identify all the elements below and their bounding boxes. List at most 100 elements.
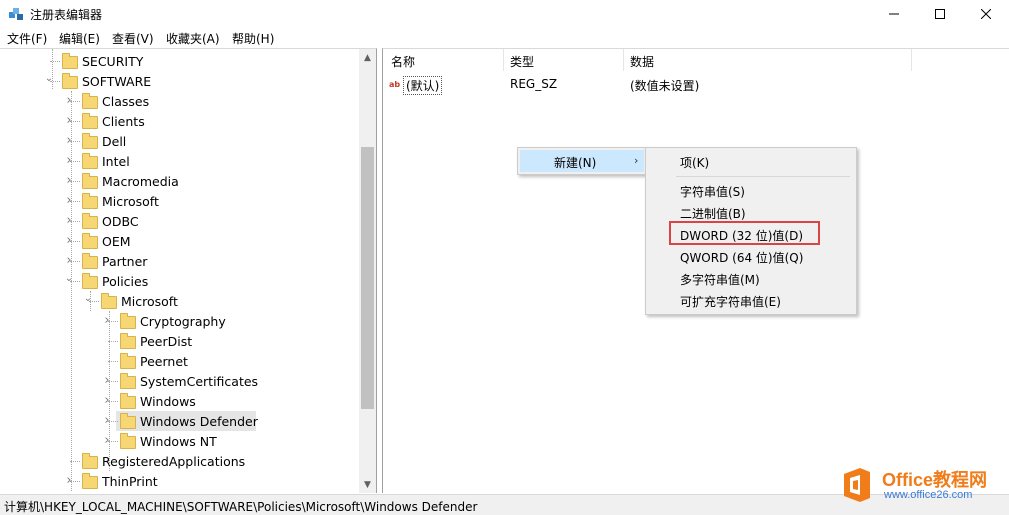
folder-icon bbox=[120, 353, 136, 369]
tree-item[interactable]: Policies bbox=[0, 271, 356, 291]
tree-item[interactable]: Peernet bbox=[0, 351, 356, 371]
tree-item-label: Microsoft bbox=[121, 294, 178, 309]
context-menu: 新建(N) › bbox=[517, 147, 647, 175]
menu-edit[interactable]: 编辑(E) bbox=[59, 30, 100, 47]
submenu-item-expandstring[interactable]: 可扩充字符串值(E) bbox=[680, 293, 781, 310]
tree-item-label: Clients bbox=[102, 114, 145, 129]
scroll-thumb[interactable] bbox=[361, 147, 374, 409]
tree-scrollbar[interactable]: ▲ ▼ bbox=[359, 49, 376, 493]
maximize-button[interactable] bbox=[917, 0, 963, 28]
context-menu-new-label: 新建(N) bbox=[554, 156, 597, 170]
minimize-button[interactable] bbox=[871, 0, 917, 28]
submenu-divider bbox=[676, 176, 850, 177]
value-data: (数值未设置) bbox=[630, 79, 700, 93]
folder-icon bbox=[62, 73, 78, 89]
tree-item[interactable]: Cryptography bbox=[0, 311, 356, 331]
folder-icon bbox=[120, 413, 136, 429]
tree-item[interactable]: Windows NT bbox=[0, 431, 356, 451]
tree-item[interactable]: RegisteredApplications bbox=[0, 451, 356, 471]
submenu-item-multistring[interactable]: 多字符串值(M) bbox=[680, 271, 760, 288]
tree-item[interactable]: SECURITY bbox=[0, 51, 356, 71]
value-type: REG_SZ bbox=[510, 77, 558, 91]
column-type[interactable]: 类型 bbox=[510, 53, 534, 70]
close-icon bbox=[981, 9, 991, 19]
tree-item-label: Cryptography bbox=[140, 314, 226, 329]
tree-item[interactable]: Intel bbox=[0, 151, 356, 171]
tree-connector bbox=[109, 311, 110, 471]
folder-icon bbox=[120, 333, 136, 349]
folder-icon bbox=[120, 433, 136, 449]
tree-item[interactable]: ODBC bbox=[0, 211, 356, 231]
regedit-icon bbox=[9, 8, 23, 20]
submenu-item-key[interactable]: 项(K) bbox=[680, 154, 709, 171]
tree-connector bbox=[71, 91, 72, 491]
tree-item[interactable]: PeerDist bbox=[0, 331, 356, 351]
submenu-item-dword[interactable]: DWORD (32 位)值(D) bbox=[680, 227, 803, 244]
tree-connector bbox=[90, 291, 91, 311]
tree-item-label: ODBC bbox=[102, 214, 139, 229]
tree-item[interactable]: Macromedia bbox=[0, 171, 356, 191]
new-submenu: 项(K) 字符串值(S) 二进制值(B) DWORD (32 位)值(D) QW… bbox=[645, 147, 857, 315]
menu-favorites[interactable]: 收藏夹(A) bbox=[166, 30, 220, 47]
context-menu-new[interactable]: 新建(N) › bbox=[520, 150, 644, 172]
column-name[interactable]: 名称 bbox=[391, 53, 415, 70]
tree-item[interactable]: SOFTWARE bbox=[0, 71, 356, 91]
scroll-down-icon[interactable]: ▼ bbox=[359, 476, 376, 493]
folder-icon bbox=[120, 313, 136, 329]
tree-item[interactable]: Partner bbox=[0, 251, 356, 271]
tree-item-label: Macromedia bbox=[102, 174, 179, 189]
tree-item[interactable]: Microsoft bbox=[0, 191, 356, 211]
tree-item[interactable]: Dell bbox=[0, 131, 356, 151]
tree-item-label: SystemCertificates bbox=[140, 374, 259, 389]
folder-icon bbox=[82, 233, 98, 249]
folder-icon bbox=[82, 473, 98, 489]
folder-icon bbox=[120, 373, 136, 389]
tree-item[interactable]: Microsoft bbox=[0, 291, 356, 311]
folder-icon bbox=[82, 453, 98, 469]
menu-view[interactable]: 查看(V) bbox=[112, 30, 154, 47]
tree-item[interactable]: SystemCertificates bbox=[0, 371, 356, 391]
column-divider[interactable] bbox=[623, 49, 624, 71]
tree-item-label: OEM bbox=[102, 234, 131, 249]
folder-icon bbox=[120, 393, 136, 409]
office-logo-icon bbox=[844, 468, 870, 502]
string-value-icon: ab bbox=[389, 80, 401, 89]
tree-item-label: Partner bbox=[102, 254, 148, 269]
close-button[interactable] bbox=[963, 0, 1009, 28]
tree-item-label: Peernet bbox=[140, 354, 188, 369]
tree-item-label: SOFTWARE bbox=[82, 74, 152, 89]
tree-item[interactable]: OEM bbox=[0, 231, 356, 251]
submenu-item-qword[interactable]: QWORD (64 位)值(Q) bbox=[680, 249, 803, 266]
tree-item[interactable]: Windows bbox=[0, 391, 356, 411]
folder-icon bbox=[82, 113, 98, 129]
tree-item-label: SECURITY bbox=[82, 54, 144, 69]
tree-item-label: ThinPrint bbox=[102, 474, 158, 489]
folder-icon bbox=[82, 173, 98, 189]
menu-file[interactable]: 文件(F) bbox=[7, 30, 47, 47]
column-data[interactable]: 数据 bbox=[630, 53, 654, 70]
maximize-icon bbox=[935, 9, 945, 19]
column-divider[interactable] bbox=[503, 49, 504, 71]
scroll-up-icon[interactable]: ▲ bbox=[359, 49, 376, 66]
tree-item-label: PeerDist bbox=[140, 334, 193, 349]
folder-icon bbox=[82, 213, 98, 229]
tree-item[interactable]: ThinPrint bbox=[0, 471, 356, 491]
window-title: 注册表编辑器 bbox=[30, 8, 103, 22]
tree-item-label: Dell bbox=[102, 134, 127, 149]
registry-tree[interactable]: SECURITY ⌄ SOFTWARE › Classes › Clients › Dell › I… bbox=[0, 48, 377, 493]
tree-item-label: Windows Defender bbox=[140, 414, 258, 429]
title-bar: 注册表编辑器 bbox=[0, 0, 1009, 28]
tree-item[interactable]: Classes bbox=[0, 91, 356, 111]
column-divider[interactable] bbox=[911, 49, 912, 71]
tree-connector bbox=[52, 49, 53, 89]
watermark: Office教程网 www.office26.com bbox=[840, 464, 1006, 506]
tree-item[interactable]: Windows Defender bbox=[0, 411, 356, 431]
tree-item-label: Windows NT bbox=[140, 434, 217, 449]
tree-item-label: Microsoft bbox=[102, 194, 159, 209]
tree-item[interactable]: Clients bbox=[0, 111, 356, 131]
folder-icon bbox=[82, 193, 98, 209]
submenu-item-string[interactable]: 字符串值(S) bbox=[680, 183, 745, 200]
submenu-item-binary[interactable]: 二进制值(B) bbox=[680, 205, 746, 222]
menu-help[interactable]: 帮助(H) bbox=[232, 30, 274, 47]
tree-item-label: Intel bbox=[102, 154, 130, 169]
